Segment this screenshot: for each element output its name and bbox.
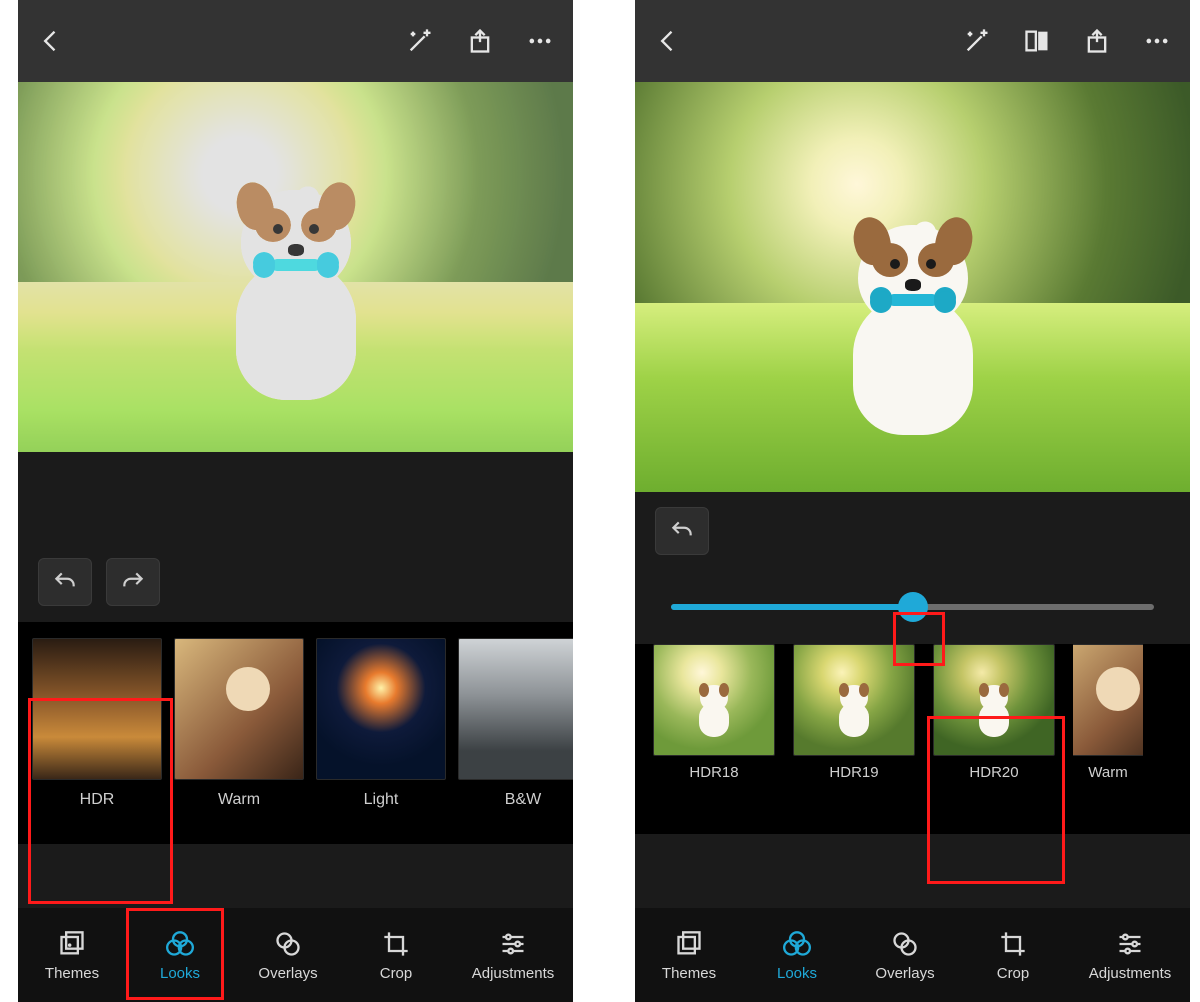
dog-subject bbox=[211, 190, 381, 400]
look-warm[interactable]: Warm bbox=[174, 638, 304, 828]
share-icon[interactable] bbox=[465, 26, 495, 56]
intensity-slider[interactable] bbox=[671, 604, 1154, 610]
look-hdr[interactable]: HDR bbox=[32, 638, 162, 828]
look-label: HDR19 bbox=[829, 756, 878, 788]
tab-crop[interactable]: Crop bbox=[342, 908, 450, 1002]
look-bw[interactable]: B&W bbox=[458, 638, 573, 828]
looks-icon bbox=[782, 929, 812, 959]
adjust-icon bbox=[1115, 929, 1145, 959]
tab-label: Themes bbox=[45, 965, 99, 982]
back-icon[interactable] bbox=[36, 26, 66, 56]
look-hdr18[interactable]: HDR18 bbox=[653, 644, 775, 834]
tab-label: Overlays bbox=[258, 965, 317, 982]
tab-label: Adjustments bbox=[472, 965, 555, 982]
crop-icon bbox=[381, 929, 411, 959]
more-icon[interactable] bbox=[525, 26, 555, 56]
tab-label: Looks bbox=[160, 965, 200, 982]
compare-icon[interactable] bbox=[1022, 26, 1052, 56]
tab-themes[interactable]: Themes bbox=[635, 908, 743, 1002]
look-label: Light bbox=[364, 780, 399, 820]
tab-looks[interactable]: Looks bbox=[126, 908, 234, 1002]
bottom-tabbar: Themes Looks Overlays Crop Adjustments H… bbox=[18, 908, 573, 1002]
looks-strip[interactable]: HDR Warm Light B&W bbox=[18, 622, 573, 844]
photo-canvas[interactable] bbox=[635, 82, 1190, 492]
redo-button[interactable] bbox=[106, 558, 160, 606]
topbar bbox=[635, 0, 1190, 82]
look-hdr20[interactable]: HDR20 bbox=[933, 644, 1055, 834]
topbar bbox=[18, 0, 573, 82]
undo-redo-row bbox=[18, 542, 573, 622]
look-warm-partial[interactable]: Warm bbox=[1073, 644, 1143, 834]
themes-icon bbox=[674, 929, 704, 959]
look-label: B&W bbox=[505, 780, 541, 820]
tab-overlays[interactable]: Overlays bbox=[234, 908, 342, 1002]
tab-crop[interactable]: Crop bbox=[959, 908, 1067, 1002]
look-light[interactable]: Light bbox=[316, 638, 446, 828]
tab-label: Themes bbox=[662, 965, 716, 982]
phone-right: HDR18 HDR19 HDR20 Warm Themes Looks Over… bbox=[635, 0, 1190, 1002]
share-icon[interactable] bbox=[1082, 26, 1112, 56]
dog-subject bbox=[828, 225, 998, 435]
tab-overlays[interactable]: Overlays bbox=[851, 908, 959, 1002]
undo-button[interactable] bbox=[655, 507, 709, 555]
tab-label: Adjustments bbox=[1089, 965, 1172, 982]
more-icon[interactable] bbox=[1142, 26, 1172, 56]
look-label: Warm bbox=[218, 780, 260, 820]
undo-button[interactable] bbox=[38, 558, 92, 606]
undo-row bbox=[635, 492, 1190, 570]
auto-enhance-icon[interactable] bbox=[405, 26, 435, 56]
photo-canvas[interactable] bbox=[18, 82, 573, 452]
looks-icon bbox=[165, 929, 195, 959]
overlays-icon bbox=[273, 929, 303, 959]
tab-looks[interactable]: Looks bbox=[743, 908, 851, 1002]
looks-strip[interactable]: HDR18 HDR19 HDR20 Warm bbox=[635, 644, 1190, 834]
bottom-tabbar: Themes Looks Overlays Crop Adjustments H bbox=[635, 908, 1190, 1002]
intensity-slider-row bbox=[635, 570, 1190, 644]
themes-icon bbox=[57, 929, 87, 959]
tab-label: Looks bbox=[777, 965, 817, 982]
look-label: HDR18 bbox=[689, 756, 738, 788]
look-label: HDR20 bbox=[969, 756, 1018, 788]
tab-adjustments[interactable]: Adjustments bbox=[1067, 908, 1190, 1002]
look-label: Warm bbox=[1088, 756, 1127, 788]
crop-icon bbox=[998, 929, 1028, 959]
auto-enhance-icon[interactable] bbox=[962, 26, 992, 56]
overlays-icon bbox=[890, 929, 920, 959]
back-icon[interactable] bbox=[653, 26, 683, 56]
tab-label: Crop bbox=[997, 965, 1030, 982]
look-hdr19[interactable]: HDR19 bbox=[793, 644, 915, 834]
tab-themes[interactable]: Themes bbox=[18, 908, 126, 1002]
phone-left: HDR Warm Light B&W Themes Looks Overlays… bbox=[18, 0, 573, 1002]
slider-thumb[interactable] bbox=[898, 592, 928, 622]
tab-label: Overlays bbox=[875, 965, 934, 982]
adjust-icon bbox=[498, 929, 528, 959]
tab-label: Crop bbox=[380, 965, 413, 982]
look-label: HDR bbox=[80, 780, 115, 820]
tab-adjustments[interactable]: Adjustments bbox=[450, 908, 573, 1002]
